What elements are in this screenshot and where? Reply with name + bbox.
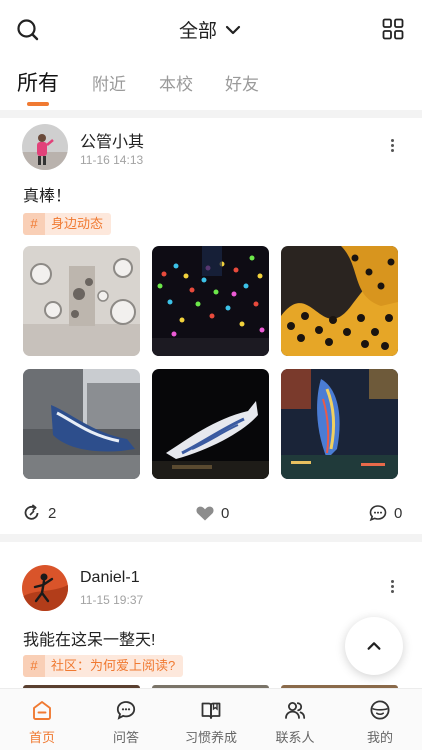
scope-label: 全部 [178,21,217,42]
like-count: 0 [221,504,230,522]
post-card: 公管小其 11-16 14:13 真棒！ # 身边动态 2 0 0 [0,118,422,534]
tab-school[interactable]: 本校 [159,70,193,95]
nav-label: 联系人 [275,730,315,745]
post-topic-tag[interactable]: # 社区：为何爱上阅读? [23,655,184,677]
nav-mine[interactable]: 我的 [338,689,422,750]
photo-porcelain-whale-plaza [23,369,140,479]
section-divider [0,534,422,542]
avatar-image [22,565,68,611]
more-options-button[interactable] [384,578,400,598]
scope-selector[interactable]: 全部 [0,16,422,43]
like-button[interactable]: 0 [195,502,229,524]
grid-icon [382,18,404,40]
bottom-navigation: 首页 问答 习惯养成 联系人 我的 [0,688,422,750]
post-timestamp: 11-15 19:37 [80,593,144,607]
post-photo[interactable] [23,246,140,356]
chevron-up-icon [367,642,381,650]
post-text: 我能在这呆一整天! [23,632,156,649]
nav-qa[interactable]: 问答 [84,689,168,750]
photo-mirror-hall [23,246,140,356]
more-vertical-icon [384,580,400,593]
repost-button[interactable]: 2 [22,502,56,524]
post-photo[interactable] [281,369,398,479]
section-divider [0,110,422,118]
comment-count: 0 [394,504,403,522]
repost-count: 2 [48,504,57,522]
home-icon [33,701,51,720]
tab-nearby[interactable]: 附近 [92,70,126,95]
tag-label: 社区：为何爱上阅读? [51,658,176,673]
contacts-icon [285,702,306,719]
open-book-icon [201,702,221,719]
post-photo[interactable] [23,369,140,479]
avatar[interactable] [22,124,68,170]
photo-whale-night [152,369,269,479]
post-photo[interactable] [281,246,398,356]
comment-icon [369,505,387,522]
repost-icon [24,504,39,520]
profile-face-icon [370,700,390,720]
layout-grid-button[interactable] [382,18,404,40]
nav-habits[interactable]: 习惯养成 [169,689,253,750]
post-timestamp: 11-16 14:13 [80,153,144,167]
post-photo[interactable] [152,246,269,356]
nav-home[interactable]: 首页 [0,689,84,750]
post-topic-tag[interactable]: # 身边动态 [23,213,112,235]
hashtag-icon: # [23,655,45,677]
nav-label: 习惯养成 [184,730,237,745]
user-name[interactable]: 公管小其 [80,128,144,152]
avatar-image [22,124,68,170]
chat-bubble-icon [116,701,136,720]
post-photo[interactable] [152,369,269,479]
heart-icon [196,506,214,521]
user-name[interactable]: Daniel-1 [80,569,140,587]
nav-label: 问答 [112,730,139,745]
more-vertical-icon [384,139,400,152]
post-text: 真棒！ [23,188,72,205]
top-bar: 全部 [0,0,422,60]
chevron-down-icon [225,25,241,35]
photo-whale-reflection [281,369,398,479]
scroll-to-top-button[interactable] [345,617,403,675]
more-options-button[interactable] [384,137,400,157]
photo-dotted-sculpture [281,246,398,356]
nav-label: 我的 [366,730,393,745]
nav-label: 首页 [28,730,55,745]
tag-label: 身边动态 [51,216,104,231]
active-tab-indicator [27,102,49,106]
tab-friends[interactable]: 好友 [225,70,259,95]
tab-all[interactable]: 所有 [17,67,59,97]
avatar[interactable] [22,565,68,611]
photo-light-installation [152,246,269,356]
nav-contacts[interactable]: 联系人 [253,689,337,750]
hashtag-icon: # [23,213,45,235]
comment-button[interactable]: 0 [368,502,402,524]
feed-tabs: 所有 附近 本校 好友 [0,64,422,110]
